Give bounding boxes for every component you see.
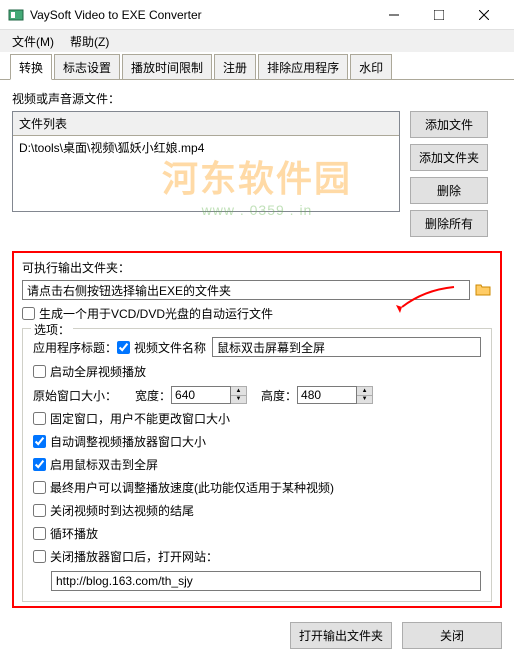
height-spinner[interactable]: ▲▼ xyxy=(357,386,373,404)
video-name-checkbox[interactable]: 视频文件名称 xyxy=(117,339,206,356)
menubar: 文件(M) 帮助(Z) xyxy=(0,30,514,52)
width-input[interactable] xyxy=(171,386,231,404)
app-title-label: 应用程序标题： xyxy=(33,339,117,356)
app-icon xyxy=(8,7,24,23)
app-title-input[interactable] xyxy=(212,337,481,357)
menu-help[interactable]: 帮助(Z) xyxy=(62,31,117,52)
video-source-label: 视频或声音源文件： xyxy=(12,90,502,107)
maximize-button[interactable] xyxy=(416,1,461,29)
fixed-window-checkbox[interactable]: 固定窗口，用户不能更改窗口大小 xyxy=(33,410,230,427)
tabbar: 转换 标志设置 播放时间限制 注册 排除应用程序 水印 xyxy=(0,54,514,80)
file-item[interactable]: D:\tools\桌面\视频\狐妖小红娘.mp4 xyxy=(19,139,393,156)
height-input[interactable] xyxy=(297,386,357,404)
browse-folder-icon[interactable] xyxy=(474,281,492,299)
delete-button[interactable]: 删除 xyxy=(410,177,488,204)
open-url-checkbox[interactable]: 关闭播放器窗口后，打开网站： xyxy=(33,548,218,565)
auto-adjust-checkbox[interactable]: 自动调整视频播放器窗口大小 xyxy=(33,433,206,450)
tab-exclude[interactable]: 排除应用程序 xyxy=(258,54,348,79)
options-group: 选项： 应用程序标题： 视频文件名称 启动全屏视频播放 原始窗口大小： 宽度： … xyxy=(22,328,492,602)
tab-watermark[interactable]: 水印 xyxy=(350,54,392,79)
minimize-button[interactable] xyxy=(371,1,416,29)
url-input[interactable] xyxy=(51,571,481,591)
orig-size-label: 原始窗口大小： xyxy=(33,387,117,404)
tab-timelimit[interactable]: 播放时间限制 xyxy=(122,54,212,79)
width-spinner[interactable]: ▲▼ xyxy=(231,386,247,404)
add-file-button[interactable]: 添加文件 xyxy=(410,111,488,138)
vcd-checkbox[interactable]: 生成一个用于VCD/DVD光盘的自动运行文件 xyxy=(22,305,273,322)
options-title: 选项： xyxy=(31,321,73,338)
file-list-header: 文件列表 xyxy=(13,112,399,136)
delete-all-button[interactable]: 删除所有 xyxy=(410,210,488,237)
file-list-body[interactable]: D:\tools\桌面\视频\狐妖小红娘.mp4 xyxy=(13,136,399,211)
tab-register[interactable]: 注册 xyxy=(214,54,256,79)
bottom-bar: 打开输出文件夹 关闭 xyxy=(0,614,514,657)
content: 视频或声音源文件： 文件列表 D:\tools\桌面\视频\狐妖小红娘.mp4 … xyxy=(0,80,514,614)
output-folder-label: 可执行输出文件夹： xyxy=(22,259,492,276)
window-title: VaySoft Video to EXE Converter xyxy=(30,8,371,22)
height-label: 高度： xyxy=(261,387,297,404)
menu-file[interactable]: 文件(M) xyxy=(4,31,62,52)
add-folder-button[interactable]: 添加文件夹 xyxy=(410,144,488,171)
output-folder-input[interactable] xyxy=(22,280,470,300)
dblclick-checkbox[interactable]: 启用鼠标双击到全屏 xyxy=(33,456,158,473)
close-end-checkbox[interactable]: 关闭视频时到达视频的结尾 xyxy=(33,502,194,519)
open-output-folder-button[interactable]: 打开输出文件夹 xyxy=(290,622,392,649)
loop-checkbox[interactable]: 循环播放 xyxy=(33,525,98,542)
close-app-button[interactable]: 关闭 xyxy=(402,622,502,649)
fullscreen-checkbox[interactable]: 启动全屏视频播放 xyxy=(33,363,146,380)
tab-convert[interactable]: 转换 xyxy=(10,54,52,80)
file-list-box: 文件列表 D:\tools\桌面\视频\狐妖小红娘.mp4 xyxy=(12,111,400,212)
width-label: 宽度： xyxy=(135,387,171,404)
close-button[interactable] xyxy=(461,1,506,29)
tab-logo[interactable]: 标志设置 xyxy=(54,54,120,79)
output-section: 可执行输出文件夹： 生成一个用于VCD/DVD光盘的自动运行文件 选项： 应用程… xyxy=(12,251,502,608)
speed-checkbox[interactable]: 最终用户可以调整播放速度(此功能仅适用于某种视频) xyxy=(33,479,334,496)
titlebar: VaySoft Video to EXE Converter xyxy=(0,0,514,30)
